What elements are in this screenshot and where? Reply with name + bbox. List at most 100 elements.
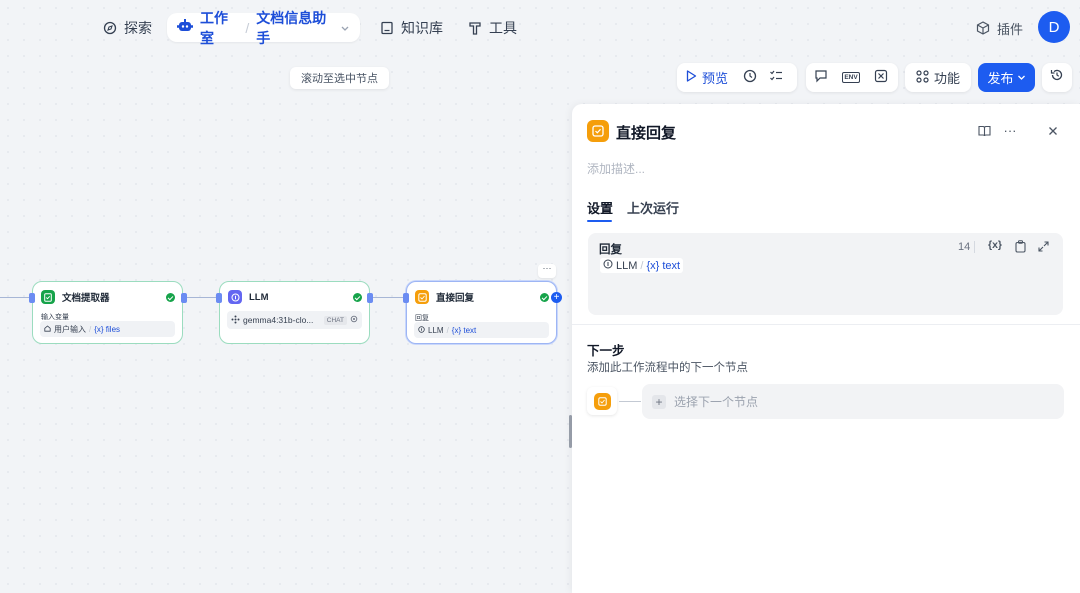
node-title: 文档提取器	[62, 293, 110, 304]
variables-toolbar: ENV	[806, 63, 898, 92]
more-icon[interactable]: ···	[1002, 122, 1018, 138]
var-separator: /	[446, 325, 449, 335]
node-doc-extractor[interactable]: 文档提取器 输入变量 用户输入 / {x} files	[32, 281, 183, 344]
node-header: LLM	[228, 290, 269, 304]
var-source: 用户输入	[54, 324, 86, 334]
node-reply-var: LLM / {x} text	[414, 322, 549, 338]
version-history-button[interactable]	[1042, 63, 1072, 92]
var-source: LLM	[616, 259, 638, 272]
insert-variable-button[interactable]: {x}	[988, 239, 1002, 251]
preview-label: 预览	[701, 71, 728, 86]
top-nav: 探索 工作室 / 文档信息助手 知识库 工具 插件 D	[0, 0, 1080, 54]
char-count: 14	[958, 241, 971, 253]
nav-plugins-label: 插件	[997, 21, 1024, 37]
home-icon	[44, 324, 51, 334]
node-config-panel: 直接回复 ··· 添加描述... 设置 上次运行 回复 14 {x} LLM /…	[572, 104, 1080, 593]
section-divider	[572, 324, 1080, 325]
var-source: LLM	[428, 325, 444, 335]
llm-icon	[228, 290, 242, 304]
nav-tools-label: 工具	[489, 20, 517, 36]
tab-last-run[interactable]: 上次运行	[627, 198, 679, 217]
clock-play-icon	[743, 69, 757, 86]
model-mode-badge: CHAT	[323, 315, 347, 325]
nav-knowledge-label: 知识库	[401, 20, 443, 36]
grid-icon	[916, 69, 929, 86]
reply-icon	[587, 120, 609, 142]
node-input-var: 用户输入 / {x} files	[40, 321, 175, 337]
nav-knowledge[interactable]: 知识库	[380, 14, 443, 42]
studio-breadcrumb[interactable]: 工作室 / 文档信息助手	[167, 10, 360, 46]
node-more-icon[interactable]: ···	[538, 264, 556, 278]
publish-button[interactable]: 发布	[978, 63, 1035, 92]
select-next-node-button[interactable]: + 选择下一个节点	[642, 384, 1064, 419]
expand-icon[interactable]	[1036, 239, 1050, 253]
copy-icon[interactable]	[1013, 239, 1027, 253]
node-header: 直接回复	[415, 290, 474, 304]
reply-variable-chip[interactable]: LLM / {x} text	[600, 258, 684, 273]
node-output-port[interactable]	[181, 293, 187, 303]
next-step-description: 添加此工作流程中的下一个节点	[587, 362, 748, 374]
reply-icon	[415, 290, 429, 304]
node-title: 直接回复	[436, 293, 475, 304]
features-button[interactable]: 功能	[905, 63, 971, 92]
checklist-button[interactable]	[763, 63, 789, 92]
book-icon	[380, 21, 394, 35]
description-input[interactable]: 添加描述...	[587, 160, 645, 177]
nav-explore-label: 探索	[124, 20, 152, 36]
cube-icon	[976, 21, 990, 35]
conversation-var-button[interactable]	[806, 63, 836, 92]
features-toolbar: 功能	[905, 63, 971, 92]
divider	[974, 241, 975, 253]
select-next-node-label: 选择下一个节点	[674, 395, 759, 409]
reply-icon	[593, 392, 611, 410]
publish-label: 发布	[987, 71, 1014, 86]
book-open-icon[interactable]	[977, 124, 991, 138]
play-icon	[686, 70, 697, 85]
plus-icon: +	[652, 394, 666, 409]
edge-llm-reply	[370, 297, 406, 298]
panel-title[interactable]: 直接回复	[616, 122, 676, 143]
chevron-down-icon	[1017, 70, 1026, 85]
features-label: 功能	[933, 71, 960, 86]
chat-var-icon	[814, 69, 828, 86]
node-model-field: gemma4:31b-clo... CHAT	[227, 311, 362, 329]
nav-tools[interactable]: 工具	[468, 14, 517, 42]
compass-icon	[103, 21, 117, 35]
tab-settings[interactable]: 设置	[587, 198, 613, 217]
node-llm[interactable]: LLM gemma4:31b-clo... CHAT	[219, 281, 370, 344]
app-name[interactable]: 文档信息助手	[256, 8, 333, 48]
llm-icon	[418, 325, 425, 335]
preview-button[interactable]: 预览	[677, 63, 737, 92]
var-name: {x} text	[451, 325, 477, 335]
node-input-port[interactable]	[216, 293, 222, 303]
env-button[interactable]: ENV	[836, 63, 866, 92]
run-history-button[interactable]	[737, 63, 763, 92]
node-direct-reply[interactable]: 直接回复 回复 LLM / {x} text	[406, 281, 557, 344]
var-separator: /	[640, 259, 644, 272]
next-step-title: 下一步	[587, 344, 625, 358]
nav-explore[interactable]: 探索	[103, 14, 152, 42]
robot-icon	[177, 19, 193, 36]
avatar[interactable]: D	[1038, 11, 1070, 43]
history-icon	[1050, 68, 1064, 87]
node-input-port[interactable]	[403, 293, 409, 303]
nav-plugins[interactable]: 插件	[976, 14, 1023, 42]
close-icon[interactable]	[1046, 124, 1060, 138]
chevron-down-icon[interactable]	[340, 20, 350, 36]
node-title: LLM	[249, 291, 269, 303]
x-box-icon	[874, 69, 888, 86]
llm-icon	[603, 259, 613, 272]
add-next-node-icon[interactable]: +	[551, 292, 562, 303]
tab-active-indicator	[587, 220, 612, 222]
success-check-icon	[353, 293, 362, 302]
reply-editor[interactable]: 回复 14 {x} LLM / {x} text	[588, 233, 1063, 315]
system-var-button[interactable]	[866, 63, 896, 92]
edge-incoming	[0, 297, 30, 298]
scroll-to-node-button[interactable]: 滚动至选中节点	[290, 67, 389, 89]
nav-studio-label[interactable]: 工作室	[200, 8, 238, 48]
node-input-port[interactable]	[29, 293, 35, 303]
var-name: {x} text	[646, 259, 681, 272]
run-toolbar: 预览	[677, 63, 797, 92]
node-output-port[interactable]	[367, 293, 373, 303]
success-check-icon	[540, 293, 549, 302]
